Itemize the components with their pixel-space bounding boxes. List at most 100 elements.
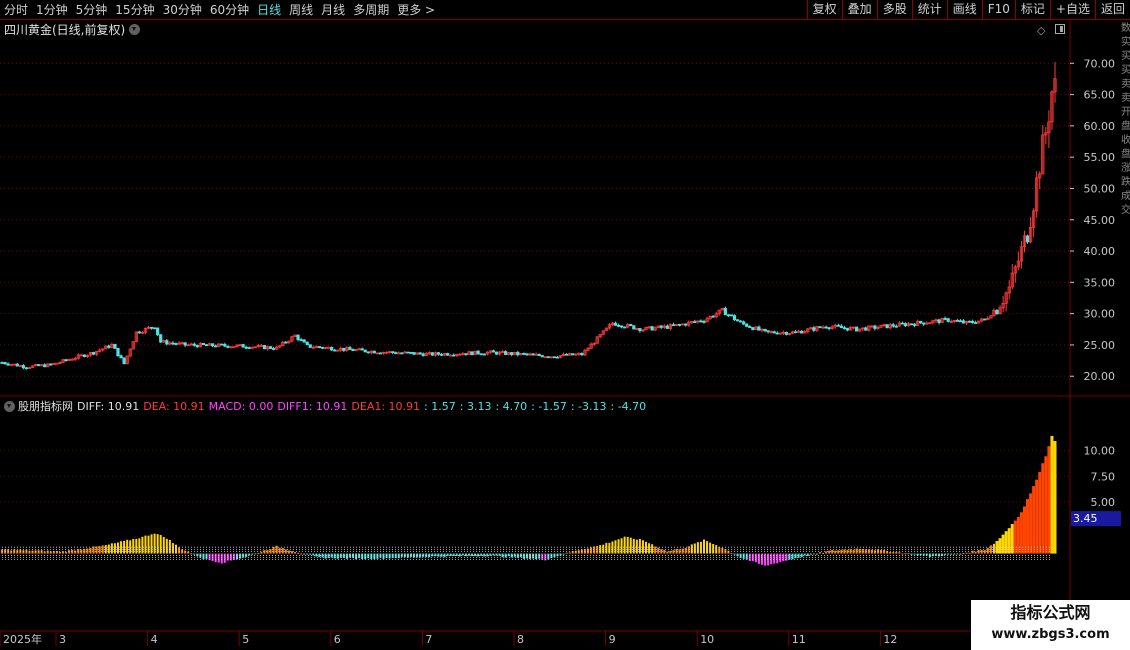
- toolbar-button-5[interactable]: F10: [981, 0, 1015, 20]
- macd-bar-216: [660, 549, 663, 554]
- macd-bar-232: [709, 542, 712, 554]
- candle-body-99: [302, 339, 306, 343]
- x-label-8: 10: [700, 633, 714, 646]
- candle-body-161: [491, 350, 496, 353]
- candle-body-114: [348, 347, 352, 350]
- period-tab-9[interactable]: 多周期: [349, 0, 393, 20]
- candle-body-7: [21, 365, 25, 369]
- period-tab-4[interactable]: 30分钟: [159, 0, 206, 20]
- candle-body-314: [958, 320, 962, 323]
- period-tab-8[interactable]: 月线: [317, 0, 349, 20]
- indicator-value-10: : -4.70: [610, 399, 647, 413]
- candle-body-322: [983, 318, 987, 321]
- macd-bar-183: [559, 553, 562, 556]
- candle-body-203: [619, 325, 624, 328]
- toolbar-button-6[interactable]: 标记: [1014, 0, 1050, 20]
- candle-body-182: [555, 356, 560, 359]
- period-tab-2[interactable]: 5分钟: [72, 0, 112, 20]
- macd-bar-29: [89, 547, 92, 554]
- macd-bar-343: [1047, 446, 1051, 554]
- candle-body-128: [391, 351, 395, 354]
- candle-body-274: [836, 324, 840, 327]
- macd-bar-179: [547, 553, 550, 560]
- candle-body-190: [580, 353, 584, 356]
- macd-bar-185: [565, 552, 568, 554]
- candle-body-112: [342, 347, 346, 351]
- macd-bar-295: [901, 553, 904, 555]
- macd-bar-37: [113, 543, 116, 554]
- candle-body-202: [616, 324, 621, 327]
- candle-body-108: [330, 346, 334, 351]
- macd-bar-254: [776, 553, 779, 564]
- macd-bar-322: [983, 550, 986, 554]
- candle-body-21: [64, 359, 68, 362]
- candle-body-167: [510, 352, 514, 356]
- macd-bar-77: [236, 553, 239, 560]
- indicator-value-5: : 1.57: [424, 399, 456, 413]
- candle-body-51: [156, 327, 160, 336]
- macd-bar-168: [513, 553, 516, 557]
- toolbar-button-8[interactable]: 返回: [1094, 0, 1130, 20]
- indicator-value-4: DEA1: 10.91: [351, 399, 421, 413]
- macd-bar-154: [471, 553, 474, 557]
- toolbar-button-1[interactable]: 叠加: [841, 0, 877, 20]
- chevron-down-icon[interactable]: [4, 400, 15, 412]
- macd-bar-329: [1004, 531, 1008, 554]
- macd-bar-259: [791, 553, 794, 560]
- candle-body-262: [800, 330, 804, 334]
- period-tab-1[interactable]: 1分钟: [32, 0, 72, 20]
- candle-body-119: [363, 349, 367, 353]
- toolbar-button-7[interactable]: +自选: [1049, 0, 1095, 20]
- price-tick-label-4: 40.00: [1084, 245, 1116, 258]
- candle-body-209: [638, 328, 642, 332]
- candle-body-220: [671, 324, 676, 327]
- macd-bar-207: [632, 538, 635, 554]
- period-tab-0[interactable]: 分时: [0, 0, 32, 20]
- macd-bar-52: [159, 534, 162, 554]
- macd-bar-72: [220, 553, 223, 564]
- period-tab-5[interactable]: 60分钟: [206, 0, 253, 20]
- period-tab-6[interactable]: 日线: [253, 0, 285, 20]
- macd-bar-43: [132, 538, 135, 554]
- period-tab-10[interactable]: 更多 >: [393, 0, 439, 20]
- macd-bar-81: [248, 553, 251, 556]
- candle-body-107: [326, 346, 331, 349]
- macd-bar-98: [300, 553, 303, 555]
- macd-bar-292: [892, 552, 895, 554]
- indicator-header: 股朋指标网 DIFF: 10.91 DEA: 10.91 MACD: 0.00 DIF…: [4, 398, 650, 414]
- diamond-icon[interactable]: ◇: [1037, 24, 1045, 37]
- toolbar-button-3[interactable]: 统计: [911, 0, 947, 20]
- candle-body-292: [891, 324, 895, 327]
- macd-bar-15: [46, 550, 49, 554]
- macd-bar-91: [278, 547, 281, 554]
- period-tabs: 分时 1分钟 5分钟 15分钟 30分钟 60分钟 日线 周线 月线 多周期 更多 >: [0, 0, 439, 20]
- chevron-down-icon[interactable]: [129, 23, 141, 35]
- macd-bar-33: [101, 545, 104, 554]
- macd-bar-148: [452, 553, 455, 557]
- candle-body-1: [3, 362, 7, 365]
- macd-bar-312: [953, 553, 956, 555]
- macd-bar-310: [947, 553, 950, 555]
- toolbar-button-0[interactable]: 复权: [806, 0, 842, 20]
- toolbar-button-4[interactable]: 画线: [946, 0, 982, 20]
- candle-body-229: [699, 320, 703, 323]
- period-tab-3[interactable]: 15分钟: [111, 0, 158, 20]
- macd-bar-121: [370, 553, 373, 560]
- period-tab-7[interactable]: 周线: [285, 0, 317, 20]
- toolbar-button-2[interactable]: 多股: [876, 0, 912, 20]
- candle-body-253: [772, 331, 776, 334]
- macd-bar-266: [812, 553, 815, 555]
- candle-body-97: [296, 334, 300, 341]
- macd-bar-175: [535, 553, 538, 560]
- macd-bar-176: [538, 553, 541, 559]
- macd-bar-268: [818, 552, 821, 554]
- x-label-9: 11: [792, 633, 806, 646]
- macd-bar-63: [193, 553, 196, 555]
- candle-body-175: [534, 353, 538, 356]
- watermark-title: 指标公式网: [1010, 603, 1091, 622]
- candle-body-319: [974, 322, 978, 324]
- candle-body-248: [757, 326, 761, 331]
- candle-body-138: [421, 353, 425, 357]
- macd-bar-315: [962, 553, 965, 555]
- window-toggle-icon[interactable]: [1055, 24, 1065, 34]
